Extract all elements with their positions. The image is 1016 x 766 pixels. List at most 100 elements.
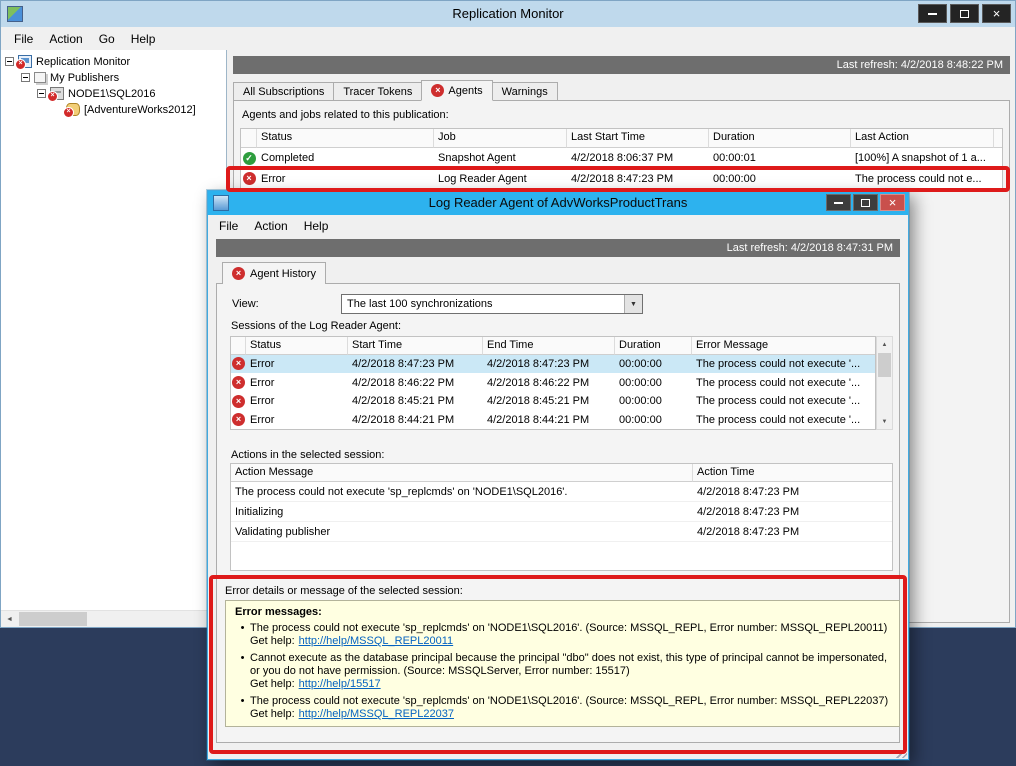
column-header-status[interactable]: Status	[257, 129, 434, 148]
tab-agent-history[interactable]: Agent History	[222, 262, 326, 284]
tree-label: Replication Monitor	[36, 56, 130, 68]
dialog-titlebar[interactable]: Log Reader Agent of AdvWorksProductTrans	[208, 191, 908, 215]
session-row[interactable]: Error 4/2/2018 8:44:21 PM 4/2/2018 8:44:…	[231, 410, 875, 429]
column-header-last-action[interactable]: Last Action	[851, 129, 994, 148]
tab-all-subscriptions[interactable]: All Subscriptions	[233, 82, 334, 101]
dialog-title: Log Reader Agent of AdvWorksProductTrans	[208, 191, 908, 215]
menu-go[interactable]: Go	[91, 29, 123, 49]
column-header-action-time[interactable]: Action Time	[693, 464, 892, 482]
session-row[interactable]: Error 4/2/2018 8:45:21 PM 4/2/2018 8:45:…	[231, 392, 875, 411]
maximize-button[interactable]	[853, 194, 878, 211]
tab-tracer-tokens[interactable]: Tracer Tokens	[333, 82, 422, 101]
action-row[interactable]: Initializing 4/2/2018 8:47:23 PM	[231, 502, 892, 522]
help-link[interactable]: http://help/15517	[299, 678, 381, 690]
error-messages-heading: Error messages:	[235, 606, 890, 619]
close-button[interactable]	[982, 4, 1011, 23]
tree-label: [AdventureWorks2012]	[84, 104, 196, 116]
error-icon	[431, 84, 444, 97]
tree-item-replication-monitor[interactable]: Replication Monitor	[1, 54, 226, 69]
column-header-duration[interactable]: Duration	[709, 129, 851, 148]
tree-horizontal-scrollbar	[1, 610, 226, 627]
view-dropdown[interactable]: The last 100 synchronizations	[341, 294, 643, 314]
menu-file[interactable]: File	[211, 216, 246, 236]
menu-help[interactable]: Help	[123, 29, 164, 49]
collapse-icon[interactable]	[37, 89, 46, 98]
maximize-icon	[861, 199, 870, 207]
collapse-icon[interactable]	[5, 57, 14, 66]
tree-item-node1-sql2016[interactable]: NODE1\SQL2016	[1, 86, 226, 101]
cell-status: Completed	[257, 150, 434, 166]
agent-row-snapshot[interactable]: Completed Snapshot Agent 4/2/2018 8:06:3…	[241, 148, 1002, 169]
menu-action[interactable]: Action	[246, 216, 295, 236]
scrollbar-thumb[interactable]	[878, 353, 891, 377]
cell-status: Error	[257, 171, 434, 187]
tree-item-adventureworks2012[interactable]: [AdventureWorks2012]	[1, 102, 226, 117]
chevron-down-icon[interactable]	[624, 295, 642, 313]
publishers-icon	[34, 72, 46, 83]
cell-job: Log Reader Agent	[434, 171, 567, 187]
main-menubar: File Action Go Help	[1, 27, 1015, 50]
tab-label: Agents	[448, 85, 482, 97]
column-header-job[interactable]: Job	[434, 129, 567, 148]
view-label: View:	[232, 298, 259, 310]
tab-label: Tracer Tokens	[343, 86, 412, 98]
minimize-button[interactable]	[918, 4, 947, 23]
last-refresh-bar: Last refresh: 4/2/2018 8:47:31 PM	[216, 239, 900, 257]
error-message-text: The process could not execute 'sp_replcm…	[250, 622, 887, 634]
main-window-titlebar[interactable]: Replication Monitor	[1, 1, 1015, 27]
status-success-icon	[243, 152, 256, 165]
session-row[interactable]: Error 4/2/2018 8:46:22 PM 4/2/2018 8:46:…	[231, 373, 875, 392]
main-window-title: Replication Monitor	[1, 1, 1015, 27]
tab-warnings[interactable]: Warnings	[492, 82, 558, 101]
cell-duration: 00:00:00	[709, 171, 851, 187]
status-error-icon	[232, 395, 245, 408]
column-header-start-time[interactable]: Start Time	[348, 337, 483, 355]
sessions-scrollbar[interactable]	[876, 336, 893, 430]
column-header-error-message[interactable]: Error Message	[692, 337, 875, 355]
menu-file[interactable]: File	[6, 29, 41, 49]
column-header-icon[interactable]	[241, 129, 257, 148]
collapse-icon[interactable]	[21, 73, 30, 82]
column-header-duration[interactable]: Duration	[615, 337, 692, 355]
column-header-end-time[interactable]: End Time	[483, 337, 615, 355]
log-reader-agent-window: Log Reader Agent of AdvWorksProductTrans…	[207, 190, 909, 760]
column-header-last-start-time[interactable]: Last Start Time	[567, 129, 709, 148]
menu-action[interactable]: Action	[41, 29, 90, 49]
column-header-status[interactable]: Status	[246, 337, 348, 355]
tree-item-my-publishers[interactable]: My Publishers	[1, 70, 226, 85]
maximize-button[interactable]	[950, 4, 979, 23]
cell-last-start: 4/2/2018 8:47:23 PM	[567, 171, 709, 187]
cell-error-message: The process could not execute '...	[692, 412, 875, 428]
agent-row-log-reader[interactable]: Error Log Reader Agent 4/2/2018 8:47:23 …	[241, 168, 1002, 189]
menu-help[interactable]: Help	[296, 216, 337, 236]
scrollbar-thumb[interactable]	[19, 612, 87, 626]
actions-table-header: Action Message Action Time	[231, 464, 892, 482]
cell-error-message: The process could not execute '...	[692, 375, 875, 391]
session-row[interactable]: Error 4/2/2018 8:47:23 PM 4/2/2018 8:47:…	[231, 355, 875, 374]
cell-end-time: 4/2/2018 8:45:21 PM	[483, 393, 615, 409]
minimize-button[interactable]	[826, 194, 851, 211]
scroll-down-icon[interactable]	[877, 414, 892, 429]
minimize-icon	[834, 202, 843, 204]
tab-agents[interactable]: Agents	[421, 80, 492, 101]
column-header-icon[interactable]	[231, 337, 246, 355]
minimize-icon	[928, 13, 937, 15]
close-icon	[889, 196, 897, 209]
tab-label: Agent History	[250, 268, 316, 280]
column-header-action-message[interactable]: Action Message	[231, 464, 693, 482]
cell-start-time: 4/2/2018 8:44:21 PM	[348, 412, 483, 428]
error-message-item: The process could not execute 'sp_replcm…	[235, 695, 890, 721]
help-link[interactable]: http://help/MSSQL_REPL22037	[299, 708, 454, 720]
action-row[interactable]: The process could not execute 'sp_replcm…	[231, 482, 892, 502]
agents-caption: Agents and jobs related to this publicat…	[242, 109, 449, 121]
action-row[interactable]: Validating publisher 4/2/2018 8:47:23 PM	[231, 522, 892, 542]
cell-start-time: 4/2/2018 8:47:23 PM	[348, 356, 483, 372]
maximize-icon	[960, 10, 969, 18]
help-link[interactable]: http://help/MSSQL_REPL20011	[299, 635, 454, 647]
close-button[interactable]	[880, 194, 905, 211]
cell-last-start: 4/2/2018 8:06:37 PM	[567, 150, 709, 166]
resize-grip[interactable]	[893, 744, 907, 758]
scroll-left-icon[interactable]	[1, 611, 18, 627]
scroll-up-icon[interactable]	[877, 337, 892, 352]
column-header-filler	[994, 129, 1002, 148]
